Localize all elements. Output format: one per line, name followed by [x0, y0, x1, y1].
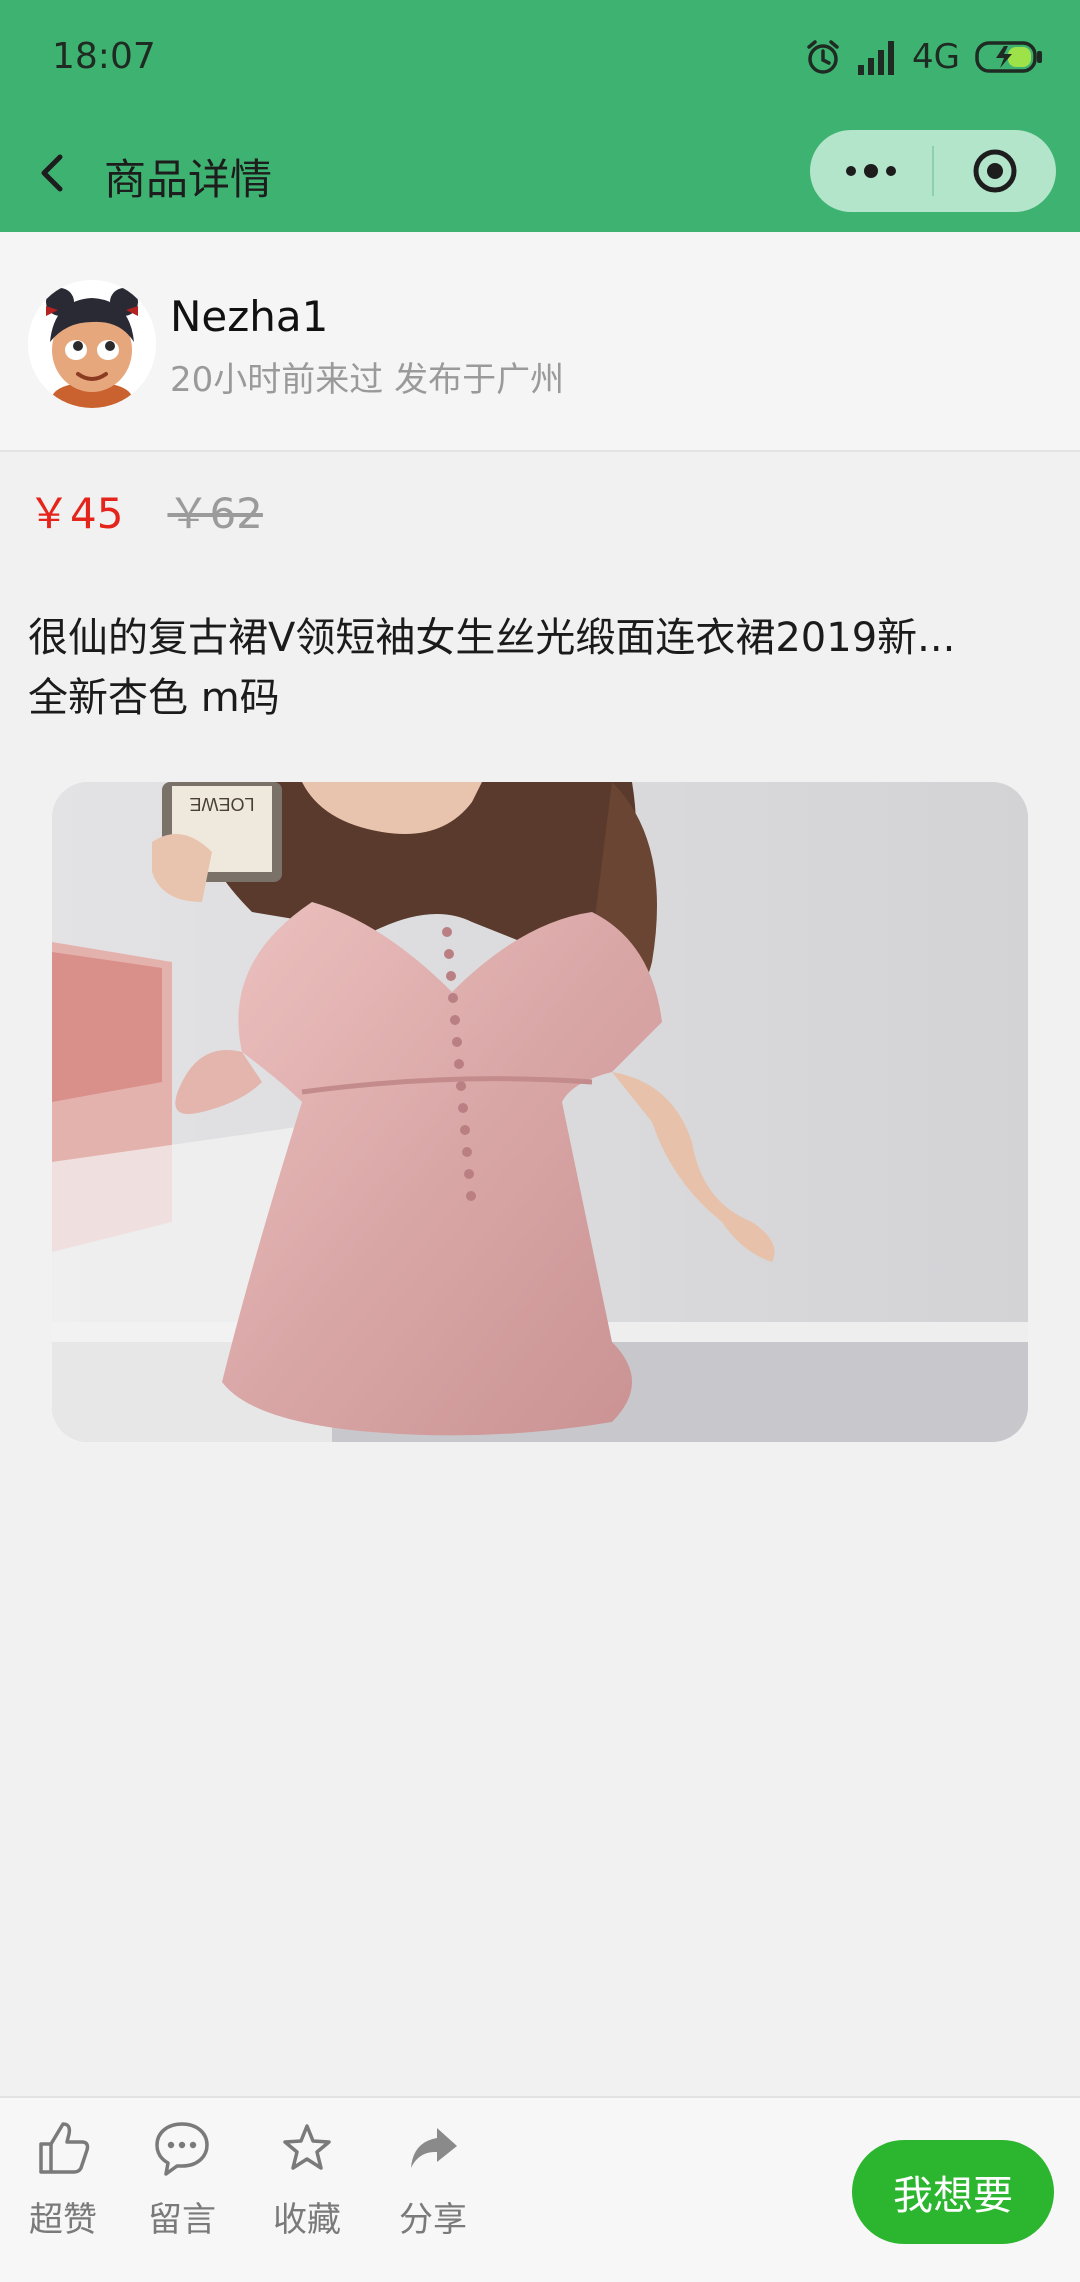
want-button[interactable]: 我想要 — [852, 2140, 1054, 2244]
page-title: 商品详情 — [104, 155, 273, 204]
like-label: 超赞 — [29, 2200, 97, 2240]
chevron-left-icon — [41, 154, 63, 192]
avatar-illustration — [28, 280, 156, 408]
back-button[interactable] — [30, 145, 80, 201]
favorite-button[interactable]: 收藏 — [252, 2118, 362, 2268]
target-icon — [973, 149, 1017, 193]
favorite-label: 收藏 — [273, 2200, 341, 2240]
phone-case-brand: LOEWE — [189, 794, 254, 814]
product-photo-illustration: LOEWE — [52, 782, 1028, 1442]
network-label: 4G — [912, 37, 960, 77]
share-arrow-icon — [411, 2128, 457, 2168]
avatar[interactable] — [28, 280, 156, 408]
more-dots-icon — [846, 164, 896, 178]
like-button[interactable]: 超赞 — [8, 2118, 118, 2268]
chat-bubble-icon — [155, 2122, 209, 2176]
description-line-1: 很仙的复古裙V领短袖女生丝光缎面连衣裙2019新... — [28, 615, 956, 661]
star-icon — [283, 2124, 331, 2170]
status-icons: 4G — [804, 34, 1044, 80]
product-image[interactable]: LOEWE — [52, 782, 1028, 1442]
bottom-action-bar: 超赞 留言 收藏 分享 我想要 — [0, 2096, 1080, 2282]
status-time: 18:07 — [52, 36, 156, 77]
price-row: ￥45 ￥62 — [28, 485, 263, 538]
seller-meta: 20小时前来过 发布于广州 — [170, 360, 565, 400]
share-button[interactable]: 分享 — [378, 2118, 488, 2268]
battery-icon — [975, 41, 1042, 73]
thumbs-up-icon — [39, 2122, 90, 2174]
close-mini-program-button[interactable] — [934, 130, 1056, 212]
current-price: ￥45 — [28, 488, 124, 538]
comment-label: 留言 — [148, 2200, 216, 2240]
seller-header: Nezha1 20小时前来过 发布于广州 — [0, 232, 1080, 452]
mini-program-capsule — [810, 130, 1056, 212]
comment-button[interactable]: 留言 — [127, 2118, 237, 2268]
product-description: 很仙的复古裙V领短袖女生丝光缎面连衣裙2019新... 全新杏色 m码 — [28, 608, 1052, 728]
seller-name[interactable]: Nezha1 — [170, 292, 328, 341]
signal-icon — [858, 41, 895, 75]
alarm-icon — [807, 40, 839, 74]
share-label: 分享 — [399, 2200, 467, 2240]
description-line-2: 全新杏色 m码 — [28, 675, 280, 721]
more-button[interactable] — [810, 130, 932, 212]
original-price: ￥62 — [167, 488, 263, 538]
top-bar: 18:07 4G 商品详情 — [0, 0, 1080, 232]
